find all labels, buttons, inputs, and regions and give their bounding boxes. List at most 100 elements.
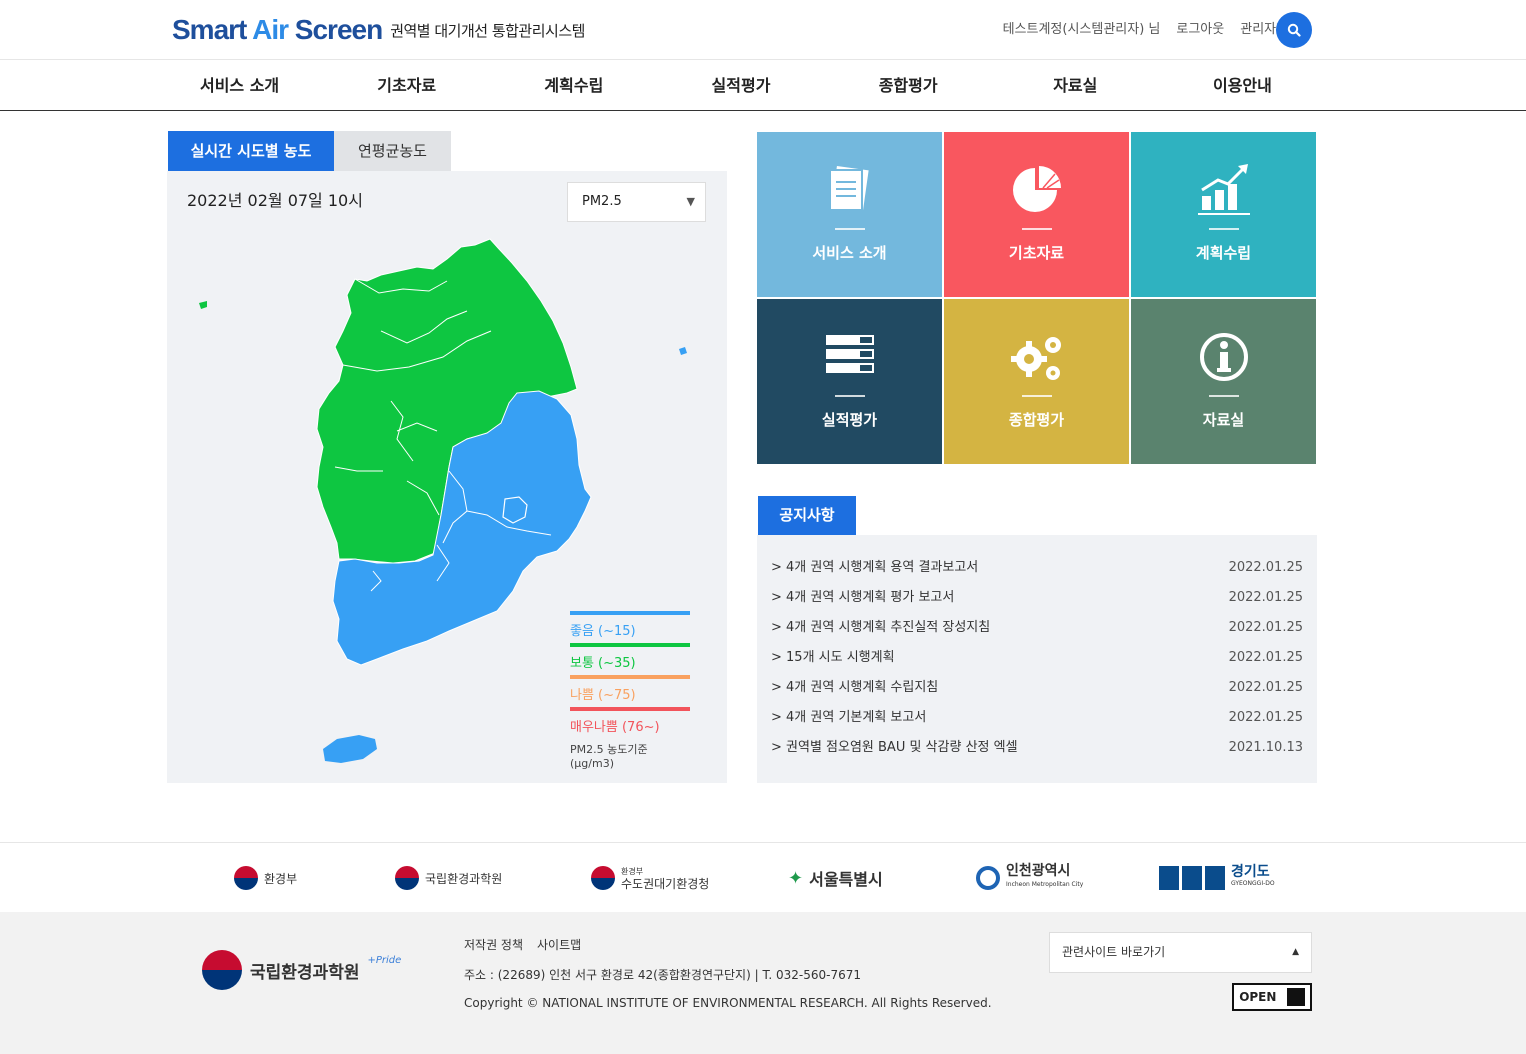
notice-item-title[interactable]: > 4개 권역 시행계획 용역 결과보고서 <box>771 553 978 583</box>
notice-title-tab[interactable]: 공지사항 <box>758 496 856 535</box>
notice-item-title[interactable]: > 4개 권역 시행계획 수립지침 <box>771 673 938 703</box>
logo-subtitle: 권역별 대기개선 통합관리시스템 <box>390 21 585 40</box>
partner-mae-label: 수도권대기환경청 <box>621 877 710 891</box>
notice-item-date: 2022.01.25 <box>1228 650 1303 665</box>
copyright-policy-link[interactable]: 저작권 정책 <box>464 936 523 953</box>
map-tabs: 실시간 시도별 농도 연평균농도 <box>168 131 451 171</box>
tile-divider <box>1021 228 1052 230</box>
nav-comprehensive[interactable]: 종합평가 <box>825 61 992 111</box>
tile-divider <box>1021 395 1052 397</box>
map-island-ulleungdo <box>679 347 687 355</box>
related-sites-select[interactable]: 관련사이트 바로가기 ▲ <box>1049 932 1312 973</box>
kogl-type-icon <box>1286 988 1305 1006</box>
legend-very-bad-label: 매우나쁨 (76~) <box>570 720 660 735</box>
partner-mae[interactable]: 환경부 수도권대기환경청 <box>591 863 709 893</box>
partner-gyeonggi[interactable]: 경기도 GYEONGGI-DO <box>1159 863 1275 893</box>
partner-nier[interactable]: 국립환경과학원 <box>395 863 502 893</box>
nav-planning[interactable]: 계획수립 <box>490 61 657 111</box>
legend-normal-label: 보통 (~35) <box>570 656 636 671</box>
partner-seoul[interactable]: ✦ 서울특별시 <box>788 863 883 893</box>
partner-nier-label: 국립환경과학원 <box>425 871 503 886</box>
legend-bad-bar <box>570 675 690 679</box>
tile-label: 자료실 <box>1202 411 1245 429</box>
incheon-symbol-icon <box>976 866 1000 890</box>
site-logo[interactable]: Smart Air Screen 권역별 대기개선 통합관리시스템 <box>172 14 585 46</box>
legend-bad-label: 나쁨 (~75) <box>570 688 636 703</box>
utility-nav: 테스트계정(시스템관리자) 님 로그아웃 관리자페이지 <box>1003 18 1312 37</box>
list-item[interactable]: > 4개 권역 시행계획 수립지침 2022.01.25 <box>771 673 1303 703</box>
taegeuk-icon <box>202 950 242 990</box>
notice-item-title[interactable]: > 권역별 점오염원 BAU 및 삭감량 산정 엑셀 <box>771 733 1018 763</box>
tab-annual-concentration[interactable]: 연평균농도 <box>334 131 451 171</box>
nav-basic-data[interactable]: 기초자료 <box>323 61 490 111</box>
sitemap-link[interactable]: 사이트맵 <box>537 936 581 953</box>
quick-menu-tiles: 서비스 소개 기초자료 계획수립 실적평가 종합평가 자료실 <box>757 132 1316 464</box>
nav-guide[interactable]: 이용안내 <box>1159 61 1326 111</box>
partner-incheon[interactable]: 인천광역시 Incheon Metropolitan City <box>976 863 1083 893</box>
taegeuk-icon <box>234 866 258 890</box>
tile-label: 서비스 소개 <box>812 244 887 262</box>
partner-gyeonggi-label: 경기도 <box>1231 864 1270 880</box>
nav-archive[interactable]: 자료실 <box>992 61 1159 111</box>
main-nav: 서비스 소개 기초자료 계획수립 실적평가 종합평가 자료실 이용안내 <box>0 61 1526 111</box>
tile-label: 실적평가 <box>821 411 878 429</box>
user-name: 테스트계정(시스템관리자) 님 <box>1002 22 1161 37</box>
logout-link[interactable]: 로그아웃 <box>1176 18 1224 37</box>
notice-item-date: 2022.01.25 <box>1228 680 1303 695</box>
triangle-up-icon: ▲ <box>1292 947 1299 957</box>
list-item[interactable]: > 4개 권역 기본계획 보고서 2022.01.25 <box>771 703 1303 733</box>
map-island-baengnyeong <box>199 301 207 309</box>
related-sites-label: 관련사이트 바로가기 <box>1062 945 1166 959</box>
partner-mae-text: 환경부 수도권대기환경청 <box>621 866 709 890</box>
footer-logo: 국립환경과학원 +Pride <box>202 950 401 990</box>
search-icon <box>1287 23 1301 37</box>
list-item[interactable]: > 4개 권역 시행계획 평가 보고서 2022.01.25 <box>771 583 1303 613</box>
list-item[interactable]: > 4개 권역 시행계획 용역 결과보고서 2022.01.25 <box>771 553 1303 583</box>
seoul-symbol-icon: ✦ <box>788 867 804 889</box>
nav-performance[interactable]: 실적평가 <box>657 61 824 111</box>
partner-moe-label: 환경부 <box>264 871 298 886</box>
legend-normal-bar <box>570 643 690 647</box>
tile-label: 종합평가 <box>1008 411 1065 429</box>
gyeonggi-symbol-icon <box>1159 866 1225 890</box>
partner-incheon-en: Incheon Metropolitan City <box>1006 881 1084 888</box>
list-item[interactable]: > 4개 권역 시행계획 추진실적 장성지침 2022.01.25 <box>771 613 1303 643</box>
partner-gyeonggi-text: 경기도 GYEONGGI-DO <box>1231 864 1275 890</box>
tile-label: 기초자료 <box>1008 244 1065 262</box>
nav-service-intro[interactable]: 서비스 소개 <box>156 61 323 111</box>
tile-divider <box>1208 395 1239 397</box>
list-icon <box>825 335 874 373</box>
kogl-open-badge: OPEN <box>1232 983 1312 1011</box>
tile-basic-data[interactable]: 기초자료 <box>944 132 1129 297</box>
legend-good-label: 좋음 (~15) <box>570 624 636 639</box>
legend-bad: 나쁨 (~75) <box>570 675 690 707</box>
tile-archive[interactable]: 자료실 <box>1131 299 1316 464</box>
notice-item-title[interactable]: > 4개 권역 시행계획 추진실적 장성지침 <box>771 613 990 643</box>
notice-item-date: 2021.10.13 <box>1228 740 1303 755</box>
tile-performance[interactable]: 실적평가 <box>757 299 942 464</box>
notice-item-title[interactable]: > 4개 권역 시행계획 평가 보고서 <box>771 583 954 613</box>
logo-word-1: Smart <box>172 14 253 45</box>
tile-divider <box>1208 228 1239 230</box>
notice-list: > 4개 권역 시행계획 용역 결과보고서 2022.01.25 > 4개 권역 … <box>771 553 1303 763</box>
list-item[interactable]: > 권역별 점오염원 BAU 및 삭감량 산정 엑셀 2021.10.13 <box>771 733 1303 763</box>
open-badge-text: OPEN <box>1239 990 1277 1004</box>
tile-planning[interactable]: 계획수립 <box>1131 132 1316 297</box>
tile-comprehensive[interactable]: 종합평가 <box>944 299 1129 464</box>
partner-moe[interactable]: 환경부 <box>234 863 297 893</box>
logo-word-2: Screen <box>288 14 383 45</box>
tile-divider <box>834 395 865 397</box>
list-item[interactable]: > 15개 시도 시행계획 2022.01.25 <box>771 643 1303 673</box>
notice-item-title[interactable]: > 15개 시도 시행계획 <box>771 643 895 673</box>
legend-very-bad: 매우나쁨 (76~) <box>570 707 690 739</box>
partner-seoul-label: 서울특별시 <box>809 870 883 889</box>
legend-note: PM2.5 농도기준 (μg/m3) <box>570 743 648 770</box>
tile-service-intro[interactable]: 서비스 소개 <box>757 132 942 297</box>
footer-address: 주소 : (22689) 인천 서구 환경로 42(종합환경연구단지) | T.… <box>464 968 861 982</box>
search-button[interactable] <box>1276 12 1312 48</box>
map-region-jeju[interactable] <box>323 735 377 763</box>
tile-divider <box>834 228 865 230</box>
footer: 국립환경과학원 +Pride 저작권 정책 사이트맵 주소 : (22689) … <box>0 912 1526 1054</box>
notice-item-title[interactable]: > 4개 권역 기본계획 보고서 <box>771 703 926 733</box>
tab-realtime-concentration[interactable]: 실시간 시도별 농도 <box>168 131 334 171</box>
